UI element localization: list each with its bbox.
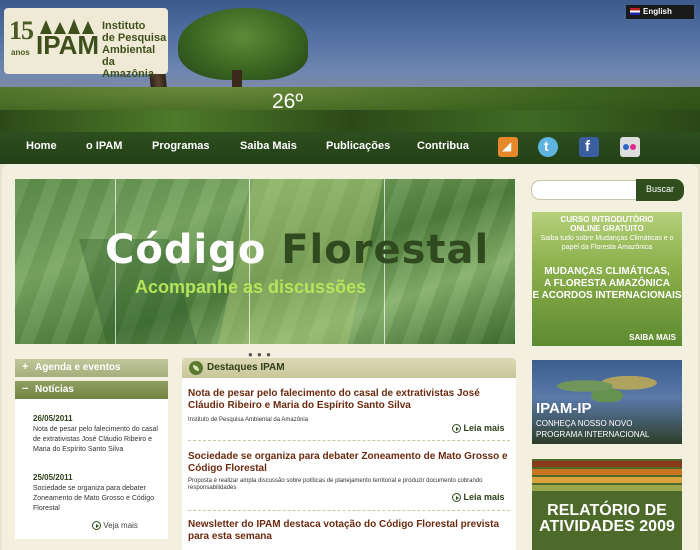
report-title-line: ATIVIDADES 2009 bbox=[539, 518, 675, 535]
logo-line: de Pesquisa bbox=[102, 32, 167, 44]
rss-icon[interactable] bbox=[498, 137, 518, 157]
news-date: 25/05/2011 bbox=[33, 473, 73, 482]
nav-saiba-mais[interactable]: Saiba Mais bbox=[240, 140, 297, 152]
read-more-label: Leia mais bbox=[463, 492, 505, 502]
agenda-tab[interactable]: + Agenda e eventos bbox=[15, 359, 168, 377]
language-switch[interactable]: English bbox=[626, 5, 694, 19]
course-ad-header: CURSO INTRODUTÓRIO ONLINE GRATUITO bbox=[532, 212, 682, 233]
logo-line: Ambiental bbox=[102, 44, 156, 56]
logo-line: Instituto bbox=[102, 20, 146, 32]
language-label: English bbox=[643, 7, 672, 16]
see-more-label: Veja mais bbox=[103, 521, 138, 530]
see-more-link[interactable]: Veja mais bbox=[92, 521, 138, 531]
ipam-ip-banner[interactable]: IPAM-IP CONHEÇA NOSSO NOVO PROGRAMA INTE… bbox=[532, 360, 682, 444]
ipam-ip-subtitle-line: CONHEÇA NOSSO NOVO bbox=[536, 419, 633, 428]
nav-programas[interactable]: Programas bbox=[152, 140, 209, 152]
logo-anniversary-label: anos bbox=[11, 48, 30, 57]
ipam-ip-subtitle: CONHEÇA NOSSO NOVO PROGRAMA INTERNACIONA… bbox=[536, 418, 649, 440]
divider bbox=[188, 510, 510, 511]
flickr-icon[interactable] bbox=[620, 137, 640, 157]
report-stripe bbox=[532, 485, 682, 491]
twitter-icon[interactable] bbox=[538, 137, 558, 157]
course-ad-more-link[interactable]: SAIBA MAIS bbox=[629, 333, 676, 342]
nav-publicacoes[interactable]: Publicações bbox=[326, 140, 390, 152]
ipam-ip-subtitle-line: PROGRAMA INTERNACIONAL bbox=[536, 430, 650, 439]
world-map-icon bbox=[552, 370, 662, 402]
read-more-link[interactable]: Leia mais bbox=[452, 492, 505, 503]
logo-line: da Amazônia bbox=[102, 56, 154, 80]
ipam-ip-title: IPAM-IP bbox=[536, 400, 592, 417]
report-title: RELATÓRIO DE ATIVIDADES 2009 bbox=[532, 503, 682, 535]
course-ad-line: ONLINE GRATUITO bbox=[570, 224, 644, 233]
temperature-readout: 26º bbox=[272, 90, 304, 113]
banner-title-part1: Código bbox=[105, 227, 267, 273]
news-item-link[interactable]: Nota de pesar pelo falecimento do casal … bbox=[33, 425, 158, 455]
page: 15 anos IPAM Instituto de Pesquisa Ambie… bbox=[0, 0, 700, 550]
minus-icon: − bbox=[22, 383, 29, 395]
read-more-link[interactable]: Leia mais bbox=[452, 423, 505, 434]
report-title-line: RELATÓRIO DE bbox=[547, 502, 667, 519]
news-date: 26/05/2011 bbox=[33, 414, 73, 423]
nav-contribua[interactable]: Contribua bbox=[417, 140, 469, 152]
destaques-header: Destaques IPAM bbox=[182, 358, 516, 378]
agenda-label: Agenda e eventos bbox=[35, 362, 121, 373]
header: 15 anos IPAM Instituto de Pesquisa Ambie… bbox=[0, 0, 700, 132]
course-ad-banner[interactable]: CURSO INTRODUTÓRIO ONLINE GRATUITO Saiba… bbox=[532, 212, 682, 346]
destaques-title: Destaques IPAM bbox=[207, 362, 285, 373]
facebook-icon[interactable] bbox=[579, 137, 599, 157]
banner-title: Código Florestal bbox=[105, 227, 489, 273]
uk-flag-icon bbox=[630, 8, 640, 16]
arrow-circle-icon bbox=[452, 493, 461, 503]
banner-title-part2: Florestal bbox=[281, 227, 490, 273]
search-button[interactable]: Buscar bbox=[636, 179, 684, 201]
course-ad-title-line: E ACORDOS INTERNACIONAIS bbox=[532, 290, 682, 301]
course-ad-line: CURSO INTRODUTÓRIO bbox=[560, 215, 654, 224]
leaf-icon bbox=[189, 361, 203, 375]
course-ad-title-line: A FLORESTA AMAZÔNICA bbox=[544, 278, 670, 289]
arrow-circle-icon bbox=[92, 521, 101, 531]
report-stripe bbox=[532, 461, 682, 467]
search-input[interactable] bbox=[531, 180, 637, 200]
banner-subtitle: Acompanhe as discussões bbox=[135, 277, 367, 297]
highlight-summary: Proposta é realizar ampla discussão sobr… bbox=[188, 478, 483, 491]
read-more-label: Leia mais bbox=[463, 423, 505, 433]
course-ad-title: MUDANÇAS CLIMÁTICAS, A FLORESTA AMAZÔNIC… bbox=[532, 266, 682, 302]
report-stripe bbox=[532, 469, 682, 475]
highlight-title-link[interactable]: Sociedade se organiza para debater Zonea… bbox=[188, 451, 510, 475]
highlight-title-link[interactable]: Newsletter do IPAM destaca votação do Có… bbox=[188, 519, 510, 543]
highlight-title-link[interactable]: Nota de pesar pelo falecimento do casal … bbox=[188, 388, 510, 412]
divider bbox=[188, 440, 510, 441]
logo-wordmark: IPAM bbox=[36, 30, 100, 60]
noticias-label: Notícias bbox=[35, 384, 74, 395]
logo-institute-name: Instituto de Pesquisa Ambiental da Amazô… bbox=[102, 20, 168, 80]
nav-home[interactable]: Home bbox=[26, 140, 57, 152]
course-ad-subtitle: Saiba tudo sobre Mudanças Climáticas e o… bbox=[540, 235, 674, 251]
tree-canopy-decor bbox=[178, 8, 308, 80]
plus-icon: + bbox=[22, 361, 29, 373]
news-item-link[interactable]: Sociedade se organiza para debater Zonea… bbox=[33, 484, 158, 514]
main-nav: Home o IPAM Programas Saiba Mais Publica… bbox=[0, 132, 700, 164]
course-ad-title-line: MUDANÇAS CLIMÁTICAS, bbox=[544, 266, 670, 277]
report-stripe bbox=[532, 477, 682, 483]
nav-o-ipam[interactable]: o IPAM bbox=[86, 140, 122, 152]
annual-report-banner[interactable]: RELATÓRIO DE ATIVIDADES 2009 bbox=[532, 459, 682, 550]
logo[interactable]: 15 anos IPAM Instituto de Pesquisa Ambie… bbox=[4, 8, 168, 80]
forest-ground bbox=[0, 110, 700, 132]
noticias-tab[interactable]: − Notícias bbox=[15, 381, 168, 399]
logo-anniversary-number: 15 bbox=[9, 16, 34, 45]
arrow-circle-icon bbox=[452, 424, 461, 434]
hero-banner[interactable]: Código Florestal Acompanhe as discussões bbox=[15, 179, 515, 344]
